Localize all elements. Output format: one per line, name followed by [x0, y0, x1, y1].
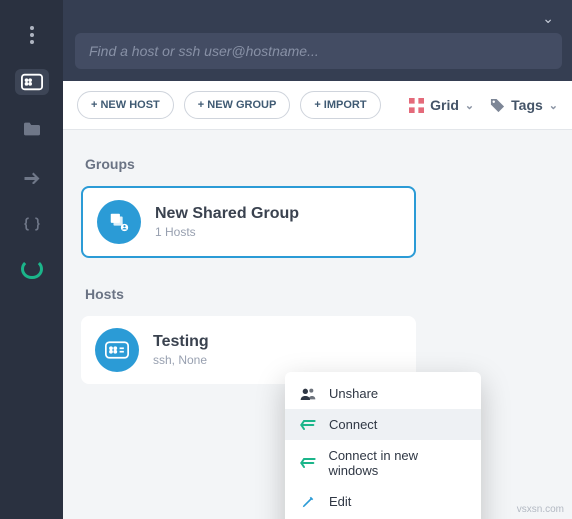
content-area: Groups New Shared Group 1 Hosts Hosts Te… [63, 130, 572, 519]
attribution-watermark: vsxsn.com [517, 504, 564, 515]
sidebar-snippets[interactable] [15, 211, 49, 236]
search-input[interactable]: Find a host or ssh user@hostname... [75, 33, 562, 69]
import-button[interactable]: + IMPORT [300, 91, 380, 119]
sidebar-hosts[interactable] [15, 69, 49, 94]
menu-connect-label: Connect [329, 417, 377, 432]
chevron-down-icon: ⌄ [549, 99, 558, 112]
group-badge-icon [97, 200, 141, 244]
more-vertical-icon [30, 26, 34, 44]
loading-spinner-icon [21, 259, 43, 279]
new-host-button[interactable]: + NEW HOST [77, 91, 174, 119]
group-subtitle: 1 Hosts [155, 225, 299, 239]
new-group-button[interactable]: + NEW GROUP [184, 91, 291, 119]
grid-icon [409, 98, 424, 113]
groups-heading: Groups [85, 156, 554, 172]
unshare-icon [299, 387, 317, 401]
braces-icon [22, 216, 42, 232]
host-title: Testing [153, 333, 209, 351]
menu-connect-new-window-label: Connect in new windows [328, 448, 467, 478]
collapse-chevron-icon[interactable]: ⌄ [542, 10, 554, 27]
menu-unshare[interactable]: Unshare [285, 378, 481, 409]
edit-icon [299, 495, 317, 509]
menu-unshare-label: Unshare [329, 386, 378, 401]
group-title: New Shared Group [155, 205, 299, 223]
sidebar-more-menu[interactable] [15, 22, 49, 47]
toolbar: + NEW HOST + NEW GROUP + IMPORT Grid ⌄ T… [63, 81, 572, 130]
menu-connect[interactable]: Connect [285, 409, 481, 440]
host-subtitle: ssh, None [153, 353, 209, 367]
tags-toggle[interactable]: Tags ⌄ [490, 97, 558, 113]
folder-icon [22, 121, 42, 137]
menu-connect-new-window[interactable]: Connect in new windows [285, 440, 481, 486]
sidebar-files[interactable] [15, 117, 49, 142]
topbar: ⌄ Find a host or ssh user@hostname... [63, 0, 572, 81]
host-badge-icon [95, 328, 139, 372]
chevron-down-icon: ⌄ [465, 99, 474, 112]
main-panel: ⌄ Find a host or ssh user@hostname... + … [63, 0, 572, 519]
context-menu: Unshare Connect Connect in new windows E… [285, 372, 481, 519]
view-grid-label: Grid [430, 97, 459, 113]
connect-icon [299, 419, 317, 431]
view-grid-toggle[interactable]: Grid ⌄ [409, 97, 474, 113]
menu-edit[interactable]: Edit [285, 486, 481, 517]
group-card[interactable]: New Shared Group 1 Hosts [81, 186, 416, 258]
menu-edit-label: Edit [329, 494, 351, 509]
connect-new-window-icon [299, 457, 316, 469]
sidebar-port-forward[interactable] [15, 164, 49, 189]
server-icon [21, 73, 43, 91]
tag-icon [490, 98, 505, 113]
tags-label: Tags [511, 97, 543, 113]
hosts-heading: Hosts [85, 286, 554, 302]
sidebar [0, 0, 63, 519]
arrow-right-icon [23, 170, 41, 184]
